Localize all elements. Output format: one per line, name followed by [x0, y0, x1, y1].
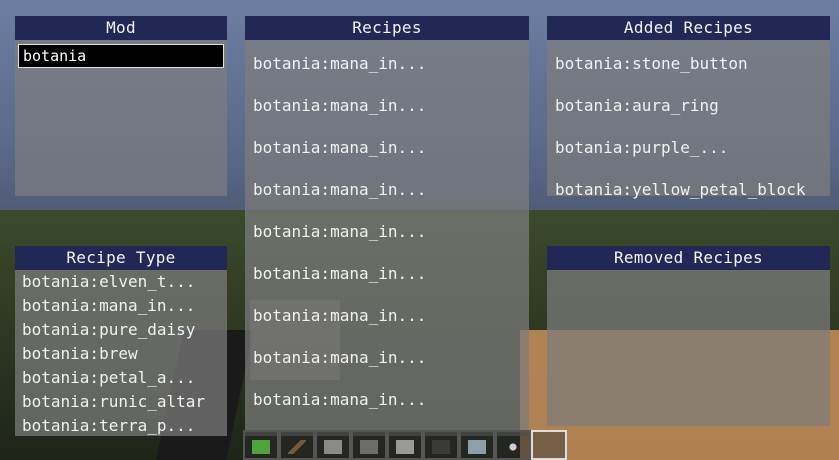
- recipe-item[interactable]: botania:mana_in...: [253, 222, 426, 241]
- recipe-type-item[interactable]: botania:pure_daisy: [22, 320, 195, 339]
- recipe-item[interactable]: botania:mana_in...: [253, 348, 426, 367]
- recipes-panel-title: Recipes: [245, 16, 529, 40]
- hotbar-slot[interactable]: [243, 430, 279, 460]
- hotbar-slot[interactable]: [495, 430, 531, 460]
- recipe-type-item[interactable]: botania:runic_altar: [22, 392, 205, 411]
- recipes-list: botania:mana_in... botania:mana_in... bo…: [245, 40, 529, 436]
- coal-icon: [432, 440, 450, 454]
- stick-icon: [288, 440, 306, 454]
- recipe-item[interactable]: botania:mana_in...: [253, 390, 426, 409]
- recipe-type-item[interactable]: botania:terra_p...: [22, 416, 195, 435]
- added-recipe-item[interactable]: botania:stone_button: [555, 54, 748, 73]
- recipe-type-panel: Recipe Type botania:elven_t... botania:m…: [15, 246, 227, 436]
- added-recipe-item[interactable]: botania:purple_...: [555, 138, 728, 157]
- recipe-item[interactable]: botania:mana_in...: [253, 264, 426, 283]
- hotbar-slot[interactable]: [387, 430, 423, 460]
- empty-slot-icon: [540, 440, 558, 454]
- recipe-item[interactable]: botania:mana_in...: [253, 54, 426, 73]
- recipe-item[interactable]: botania:mana_in...: [253, 306, 426, 325]
- recipe-type-list: botania:elven_t... botania:mana_in... bo…: [15, 270, 227, 436]
- recipe-type-item[interactable]: botania:brew: [22, 344, 138, 363]
- hotbar-slot[interactable]: [459, 430, 495, 460]
- removed-recipes-panel: Removed Recipes: [547, 246, 830, 426]
- mod-panel-body: botania: [15, 40, 227, 196]
- hotbar-slot[interactable]: [279, 430, 315, 460]
- added-recipe-item[interactable]: botania:aura_ring: [555, 96, 719, 115]
- hotbar-slot[interactable]: [351, 430, 387, 460]
- mod-panel: Mod botania: [15, 16, 227, 196]
- flower-icon: [504, 440, 522, 454]
- andesite-icon: [396, 440, 414, 454]
- added-recipe-item[interactable]: botania:yellow_petal_block: [555, 180, 805, 199]
- hotbar-slot[interactable]: [423, 430, 459, 460]
- recipe-item[interactable]: botania:mana_in...: [253, 138, 426, 157]
- hotbar: [243, 430, 607, 460]
- added-recipes-list: botania:stone_button botania:aura_ring b…: [547, 40, 830, 199]
- recipe-type-item[interactable]: botania:elven_t...: [22, 272, 195, 291]
- hotbar-slot-selected[interactable]: [531, 430, 567, 460]
- recipes-panel: Recipes botania:mana_in... botania:mana_…: [245, 16, 529, 436]
- recipe-type-item[interactable]: botania:mana_in...: [22, 296, 195, 315]
- grass-block-icon: [252, 440, 270, 454]
- glass-icon: [468, 440, 486, 454]
- recipe-item[interactable]: botania:mana_in...: [253, 180, 426, 199]
- removed-recipes-list: [547, 270, 830, 426]
- hotbar-slot[interactable]: [315, 430, 351, 460]
- added-recipes-panel: Added Recipes botania:stone_button botan…: [547, 16, 830, 199]
- recipe-type-title: Recipe Type: [15, 246, 227, 270]
- recipe-type-item[interactable]: botania:petal_a...: [22, 368, 195, 387]
- recipe-item[interactable]: botania:mana_in...: [253, 96, 426, 115]
- added-recipes-title: Added Recipes: [547, 16, 830, 40]
- stone-block-icon: [324, 440, 342, 454]
- mod-search-input[interactable]: botania: [18, 44, 224, 68]
- cobblestone-icon: [360, 440, 378, 454]
- mod-panel-title: Mod: [15, 16, 227, 40]
- removed-recipes-title: Removed Recipes: [547, 246, 830, 270]
